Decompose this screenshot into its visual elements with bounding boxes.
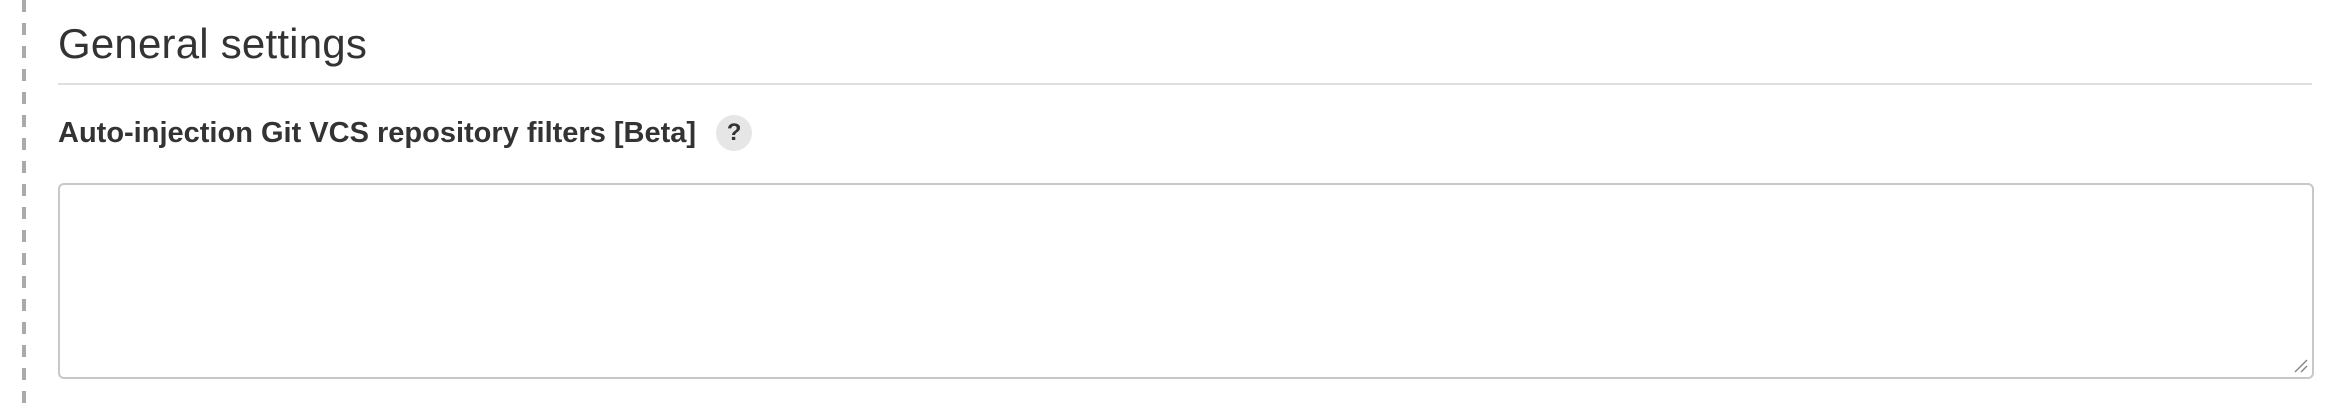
repository-filters-textarea[interactable] xyxy=(58,183,2314,379)
section-divider xyxy=(58,83,2312,85)
general-settings-section: General settings Auto-injection Git VCS … xyxy=(58,0,2314,379)
section-title: General settings xyxy=(58,20,368,67)
repository-filters-label: Auto-injection Git VCS repository filter… xyxy=(58,117,697,149)
resize-handle-icon[interactable] xyxy=(2292,357,2308,373)
field-label-row: Auto-injection Git VCS repository filter… xyxy=(58,113,2314,153)
settings-page: General settings Auto-injection Git VCS … xyxy=(0,0,2330,412)
section-dashed-rail xyxy=(22,0,26,412)
textarea-wrapper xyxy=(58,183,2314,379)
question-mark-icon[interactable]: ? xyxy=(716,115,753,151)
